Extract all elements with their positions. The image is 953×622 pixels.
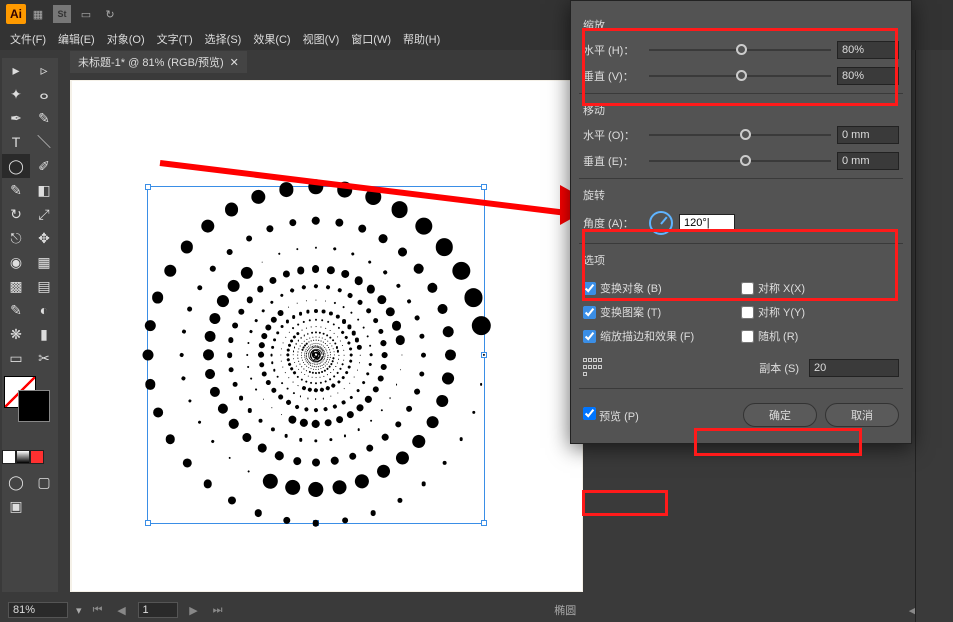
scale-v-slider[interactable] — [649, 70, 831, 82]
menu-object[interactable]: 对象(O) — [101, 31, 151, 47]
draw-mode-icon[interactable]: ◯ — [2, 470, 30, 494]
free-transform-icon[interactable]: ✥ — [30, 226, 58, 250]
line-tool-icon[interactable]: ＼ — [30, 130, 58, 154]
scale-section-title: 缩放 — [583, 17, 899, 33]
status-bar: 81% ▾ ⏮ ◀ 1 ▶ ⏭ 椭圆 ◀ ▶ — [0, 598, 953, 622]
bridge-icon[interactable]: ▦ — [29, 5, 47, 23]
next-artboard-icon[interactable]: ▶ — [186, 602, 202, 618]
chk-reflect-y[interactable]: 对称 Y(Y) — [741, 304, 899, 320]
chk-transform-objects[interactable]: 变换对象 (B) — [583, 280, 741, 296]
prev-artboard-icon[interactable]: ◀ — [114, 602, 130, 618]
scale-v-input[interactable] — [837, 67, 899, 85]
rotate-angle-label: 角度 (A)： — [583, 215, 643, 231]
zoom-dropdown-icon[interactable]: ▾ — [76, 604, 82, 617]
menu-effect[interactable]: 效果(C) — [247, 31, 296, 47]
copies-input[interactable] — [809, 359, 899, 377]
cancel-button[interactable]: 取消 — [825, 403, 899, 427]
scale-h-label: 水平 (H)： — [583, 42, 643, 58]
move-h-label: 水平 (O)： — [583, 127, 643, 143]
wand-tool-icon[interactable]: ✦ — [2, 82, 30, 106]
chk-random[interactable]: 随机 (R) — [741, 328, 899, 344]
artboard-tool-icon[interactable]: ▭ — [2, 346, 30, 370]
ellipse-tool-icon[interactable]: ◯ — [2, 154, 30, 178]
scale-v-label: 垂直 (V)： — [583, 68, 643, 84]
options-section-title: 选项 — [583, 252, 899, 268]
move-v-slider[interactable] — [649, 155, 831, 167]
slice-tool-icon[interactable]: ✂ — [30, 346, 58, 370]
eyedropper-tool-icon[interactable]: ✎ — [2, 298, 30, 322]
document-tab[interactable]: 未标题-1* @ 81% (RGB/预览) ✕ — [70, 51, 247, 73]
highlight-preview — [582, 490, 668, 516]
graph-tool-icon[interactable]: ▮ — [30, 322, 58, 346]
move-v-input[interactable] — [837, 152, 899, 170]
sync-icon[interactable]: ↻ — [101, 5, 119, 23]
menu-edit[interactable]: 编辑(E) — [52, 31, 101, 47]
scale-h-slider[interactable] — [649, 44, 831, 56]
chk-reflect-x[interactable]: 对称 X(X) — [741, 280, 899, 296]
type-tool-icon[interactable]: T — [2, 130, 30, 154]
shaper-tool-icon[interactable]: ✎ — [2, 178, 30, 202]
first-artboard-icon[interactable]: ⏮ — [90, 602, 106, 618]
current-tool-label: 椭圆 — [234, 602, 897, 618]
copies-label: 副本 (S) — [759, 360, 799, 376]
blend-tool-icon[interactable]: ◐ — [30, 298, 58, 322]
symbol-tool-icon[interactable]: ❋ — [2, 322, 30, 346]
screen-mode-icon[interactable]: ▢ — [30, 470, 58, 494]
canvas[interactable] — [70, 80, 583, 592]
rotate-tool-icon[interactable]: ↻ — [2, 202, 30, 226]
lasso-tool-icon[interactable]: ⴰ — [30, 82, 58, 106]
rotate-section-title: 旋转 — [583, 187, 899, 203]
move-section-title: 移动 — [583, 102, 899, 118]
move-h-slider[interactable] — [649, 129, 831, 141]
mesh-tool-icon[interactable]: ▩ — [2, 274, 30, 298]
menu-help[interactable]: 帮助(H) — [397, 31, 446, 47]
perspective-icon[interactable]: ▦ — [30, 250, 58, 274]
ok-button[interactable]: 确定 — [743, 403, 817, 427]
menu-select[interactable]: 选择(S) — [199, 31, 248, 47]
shape-builder-icon[interactable]: ◉ — [2, 250, 30, 274]
curvature-tool-icon[interactable]: ✎ — [30, 106, 58, 130]
angle-dial-icon[interactable] — [649, 211, 673, 235]
menu-view[interactable]: 视图(V) — [297, 31, 346, 47]
chk-preview[interactable]: 预览 (P) — [583, 407, 639, 424]
color-mode-swatches[interactable] — [2, 450, 58, 464]
anchor-grid-icon[interactable] — [583, 358, 603, 378]
selection-bounds[interactable] — [147, 186, 485, 524]
eraser-tool-icon[interactable]: ◧ — [30, 178, 58, 202]
last-artboard-icon[interactable]: ⏭ — [210, 602, 226, 618]
scale-h-input[interactable] — [837, 41, 899, 59]
menu-file[interactable]: 文件(F) — [4, 31, 52, 47]
gradient-tool-icon[interactable]: ▤ — [30, 274, 58, 298]
change-screen-icon[interactable]: ▣ — [2, 494, 30, 518]
menu-type[interactable]: 文字(T) — [151, 31, 199, 47]
tab-bar: 未标题-1* @ 81% (RGB/预览) ✕ — [70, 50, 247, 74]
stock-icon[interactable]: St — [53, 5, 71, 23]
chk-transform-patterns[interactable]: 变换图案 (T) — [583, 304, 741, 320]
highlight-copies — [694, 428, 862, 456]
rotate-angle-input[interactable] — [679, 214, 735, 232]
move-v-label: 垂直 (E)： — [583, 153, 643, 169]
close-tab-icon[interactable]: ✕ — [230, 56, 239, 69]
scale-tool-icon[interactable]: ⤢ — [30, 202, 58, 226]
artboard — [72, 81, 582, 591]
arrange-icon[interactable]: ▭ — [77, 5, 95, 23]
color-controls[interactable] — [2, 374, 58, 428]
move-h-input[interactable] — [837, 126, 899, 144]
app-logo: Ai — [6, 4, 26, 24]
right-collapsed-panel[interactable] — [915, 50, 953, 622]
stroke-swatch[interactable] — [18, 390, 50, 422]
menu-window[interactable]: 窗口(W) — [345, 31, 397, 47]
selection-tool-icon[interactable]: ▸ — [2, 58, 30, 82]
zoom-select[interactable]: 81% — [8, 602, 68, 618]
artboard-nav-input[interactable]: 1 — [138, 602, 178, 618]
direct-select-tool-icon[interactable]: ▹ — [30, 58, 58, 82]
tab-title: 未标题-1* @ 81% (RGB/预览) — [78, 54, 224, 70]
brush-tool-icon[interactable]: ✐ — [30, 154, 58, 178]
pen-tool-icon[interactable]: ✒ — [2, 106, 30, 130]
chk-scale-strokes[interactable]: 缩放描边和效果 (F) — [583, 328, 741, 344]
width-tool-icon[interactable]: ⎋ — [2, 226, 30, 250]
toolbox: ▸▹ ✦ⴰ ✒✎ T＼ ◯✐ ✎◧ ↻⤢ ⎋✥ ◉▦ ▩▤ ✎◐ ❋▮ ▭✂ ◯… — [2, 58, 58, 592]
transform-each-dialog: 缩放 水平 (H)： 垂直 (V)： 移动 水平 (O)： 垂直 (E)： 旋转… — [570, 0, 912, 444]
